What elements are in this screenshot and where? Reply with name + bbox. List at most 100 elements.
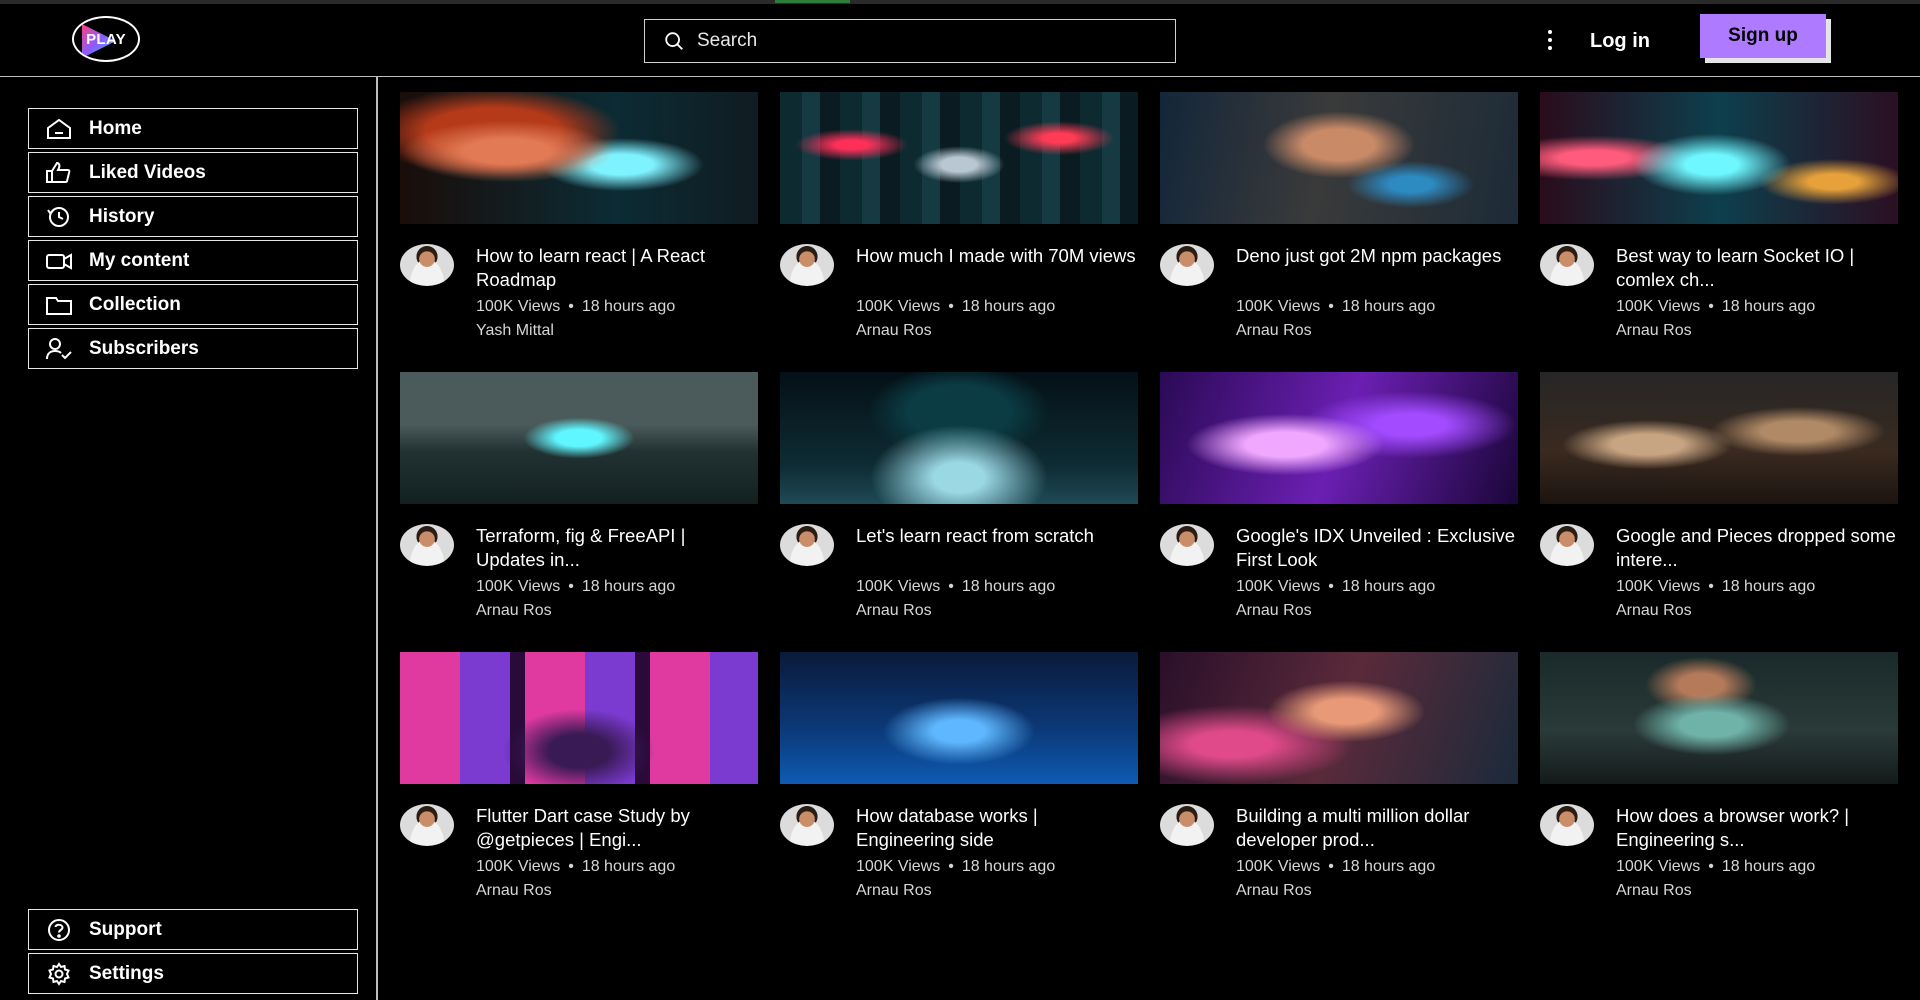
search-box[interactable] xyxy=(644,19,1176,63)
avatar[interactable] xyxy=(1160,524,1214,566)
upload-age: 18 hours ago xyxy=(1341,298,1436,315)
sidebar-item-label: Home xyxy=(89,117,142,139)
upload-age: 18 hours ago xyxy=(1341,578,1436,595)
video-stats: 100K Views • 18 hours ago xyxy=(1236,297,1518,317)
video-thumbnail[interactable] xyxy=(780,372,1138,504)
avatar[interactable] xyxy=(780,524,834,566)
channel-name[interactable]: Arnau Ros xyxy=(1236,601,1518,621)
channel-name[interactable]: Arnau Ros xyxy=(1236,321,1518,341)
sidebar-item-settings[interactable]: Settings xyxy=(28,953,358,994)
video-title[interactable]: Deno just got 2M npm packages xyxy=(1236,244,1518,292)
video-card[interactable]: How database works | Engineering side 10… xyxy=(780,652,1138,901)
avatar[interactable] xyxy=(1160,804,1214,846)
upload-age: 18 hours ago xyxy=(961,578,1056,595)
upload-age: 18 hours ago xyxy=(961,858,1056,875)
video-card[interactable]: Google's IDX Unveiled : Exclusive First … xyxy=(1160,372,1518,621)
avatar[interactable] xyxy=(400,524,454,566)
video-card[interactable]: How much I made with 70M views 100K View… xyxy=(780,92,1138,341)
channel-name[interactable]: Arnau Ros xyxy=(476,881,758,901)
video-thumbnail[interactable] xyxy=(1540,92,1898,224)
sidebar-item-subscribers[interactable]: Subscribers xyxy=(28,328,358,369)
sidebar-item-label: Support xyxy=(89,918,162,940)
video-card[interactable]: Building a multi million dollar develope… xyxy=(1160,652,1518,901)
sidebar-item-liked-videos[interactable]: Liked Videos xyxy=(28,152,358,193)
channel-name[interactable]: Arnau Ros xyxy=(476,601,758,621)
video-title[interactable]: How much I made with 70M views xyxy=(856,244,1138,292)
channel-name[interactable]: Arnau Ros xyxy=(856,321,1138,341)
avatar[interactable] xyxy=(400,244,454,286)
video-title[interactable]: Let's learn react from scratch xyxy=(856,524,1138,572)
video-title[interactable]: Flutter Dart case Study by @getpieces | … xyxy=(476,804,758,852)
avatar[interactable] xyxy=(1540,524,1594,566)
video-stats: 100K Views • 18 hours ago xyxy=(1616,857,1898,877)
gear-icon xyxy=(48,961,70,986)
view-count: 100K Views xyxy=(856,858,941,875)
video-title[interactable]: How database works | Engineering side xyxy=(856,804,1138,852)
logo[interactable]: PLAY xyxy=(72,16,140,62)
video-card[interactable]: How does a browser work? | Engineering s… xyxy=(1540,652,1898,901)
video-title[interactable]: Building a multi million dollar develope… xyxy=(1236,804,1518,852)
video-thumbnail[interactable] xyxy=(400,652,758,784)
video-thumbnail[interactable] xyxy=(780,652,1138,784)
sidebar-item-label: My content xyxy=(89,249,190,271)
sidebar-item-my-content[interactable]: My content xyxy=(28,240,358,281)
video-thumbnail[interactable] xyxy=(1160,372,1518,504)
kebab-icon[interactable] xyxy=(1540,28,1560,52)
sidebar-item-label: Subscribers xyxy=(89,337,199,359)
signup-button[interactable]: Sign up xyxy=(1700,14,1826,58)
video-card[interactable]: Google and Pieces dropped some intere...… xyxy=(1540,372,1898,621)
channel-name[interactable]: Arnau Ros xyxy=(856,881,1138,901)
channel-name[interactable]: Arnau Ros xyxy=(1236,881,1518,901)
sidebar-item-home[interactable]: Home xyxy=(28,108,358,149)
video-title[interactable]: How does a browser work? | Engineering s… xyxy=(1616,804,1898,852)
video-card[interactable]: Terraform, fig & FreeAPI | Updates in...… xyxy=(400,372,758,621)
user-check-icon xyxy=(46,337,72,359)
avatar[interactable] xyxy=(1160,244,1214,286)
video-thumbnail[interactable] xyxy=(400,372,758,504)
channel-name[interactable]: Arnau Ros xyxy=(856,601,1138,621)
upload-age: 18 hours ago xyxy=(581,578,676,595)
sidebar-item-collection[interactable]: Collection xyxy=(28,284,358,325)
avatar[interactable] xyxy=(780,244,834,286)
view-count: 100K Views xyxy=(1236,298,1321,315)
avatar[interactable] xyxy=(400,804,454,846)
video-title[interactable]: How to learn react | A React Roadmap xyxy=(476,244,758,292)
video-thumbnail[interactable] xyxy=(1160,652,1518,784)
channel-name[interactable]: Yash Mittal xyxy=(476,321,758,341)
video-thumbnail[interactable] xyxy=(1540,652,1898,784)
view-count: 100K Views xyxy=(1616,578,1701,595)
video-thumbnail[interactable] xyxy=(1160,92,1518,224)
video-title[interactable]: Best way to learn Socket IO | comlex ch.… xyxy=(1616,244,1898,292)
video-card[interactable]: How to learn react | A React Roadmap 100… xyxy=(400,92,758,341)
video-card[interactable]: Best way to learn Socket IO | comlex ch.… xyxy=(1540,92,1898,341)
video-title[interactable]: Google and Pieces dropped some intere... xyxy=(1616,524,1898,572)
channel-name[interactable]: Arnau Ros xyxy=(1616,881,1898,901)
video-card[interactable]: Flutter Dart case Study by @getpieces | … xyxy=(400,652,758,901)
avatar[interactable] xyxy=(1540,244,1594,286)
video-thumbnail[interactable] xyxy=(780,92,1138,224)
separator: • xyxy=(1708,578,1714,595)
separator: • xyxy=(568,858,574,875)
video-title[interactable]: Google's IDX Unveiled : Exclusive First … xyxy=(1236,524,1518,572)
video-card[interactable]: Deno just got 2M npm packages 100K Views… xyxy=(1160,92,1518,341)
upload-age: 18 hours ago xyxy=(1341,858,1436,875)
avatar[interactable] xyxy=(780,804,834,846)
upload-age: 18 hours ago xyxy=(1721,858,1816,875)
sidebar-item-history[interactable]: History xyxy=(28,196,358,237)
login-button[interactable]: Log in xyxy=(1590,26,1650,56)
avatar[interactable] xyxy=(1540,804,1594,846)
view-count: 100K Views xyxy=(1616,298,1701,315)
view-count: 100K Views xyxy=(476,858,561,875)
video-thumbnail[interactable] xyxy=(400,92,758,224)
separator: • xyxy=(948,578,954,595)
search-input[interactable] xyxy=(697,30,1157,52)
video-card[interactable]: Let's learn react from scratch 100K View… xyxy=(780,372,1138,621)
separator: • xyxy=(1328,298,1334,315)
video-title[interactable]: Terraform, fig & FreeAPI | Updates in... xyxy=(476,524,758,572)
sidebar-item-support[interactable]: Support xyxy=(28,909,358,950)
history-icon xyxy=(47,206,69,227)
help-icon xyxy=(48,918,70,941)
video-thumbnail[interactable] xyxy=(1540,372,1898,504)
channel-name[interactable]: Arnau Ros xyxy=(1616,321,1898,341)
channel-name[interactable]: Arnau Ros xyxy=(1616,601,1898,621)
